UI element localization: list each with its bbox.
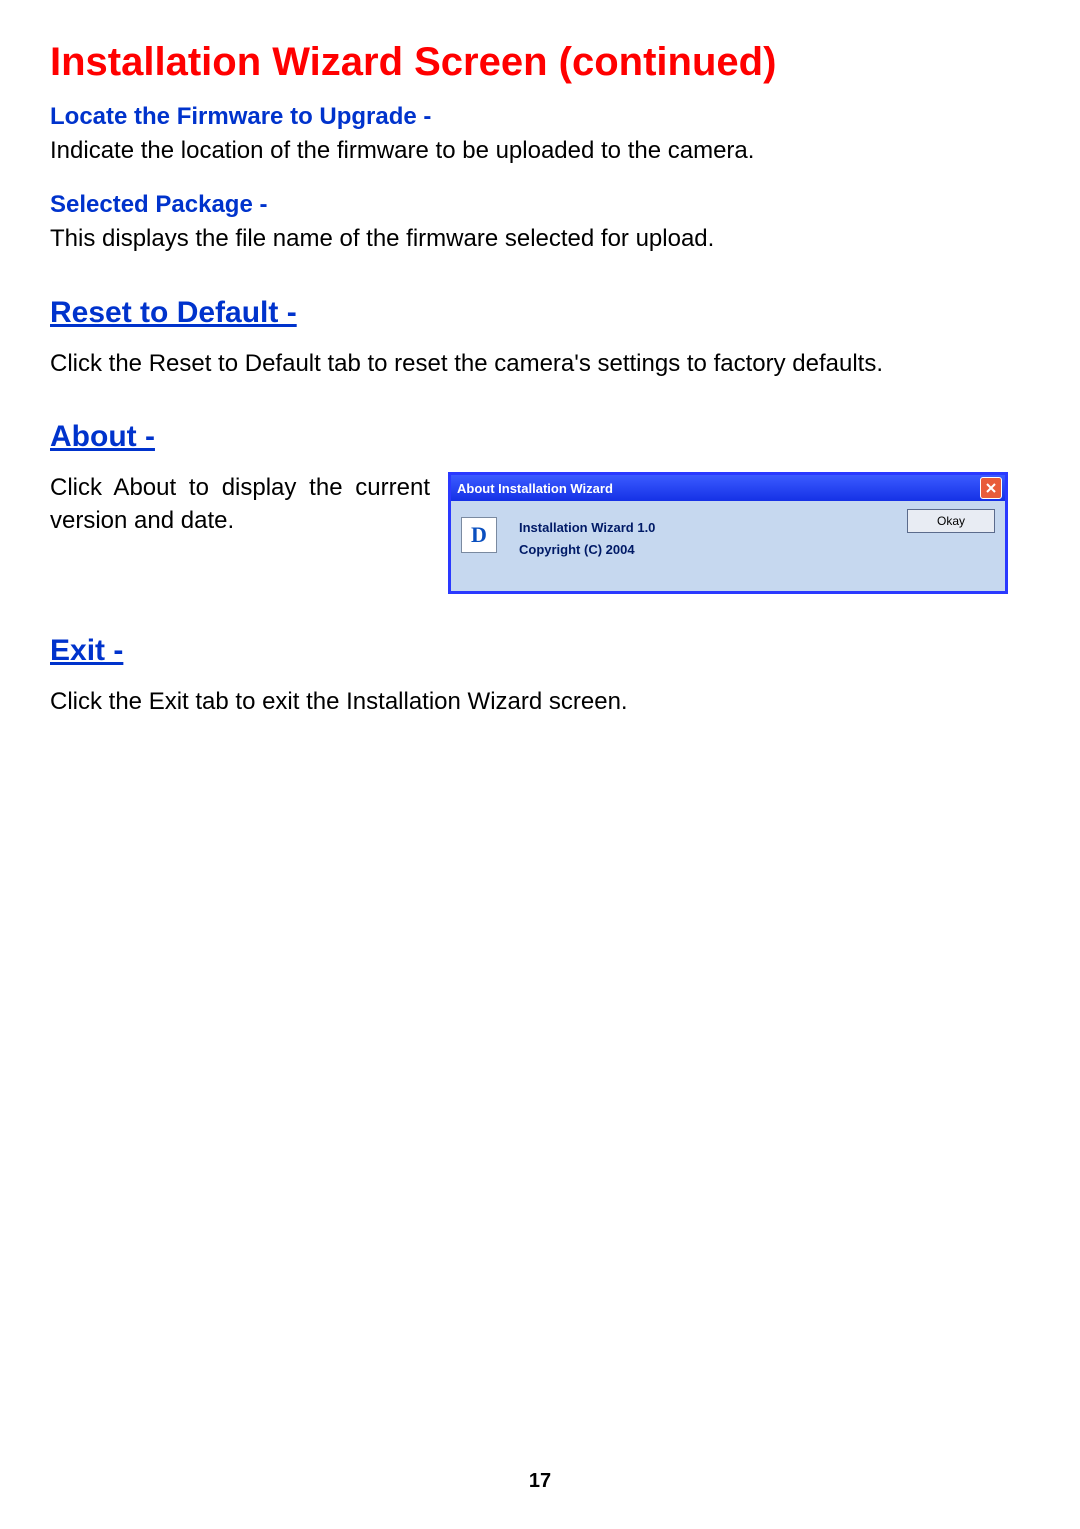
body-exit: Click the Exit tab to exit the Installat… [50,686,1030,718]
dialog-version-text: Installation Wizard 1.0 [519,517,655,539]
body-selected-package: This displays the file name of the firmw… [50,223,1030,255]
heading-about: About - [50,420,1030,454]
body-reset-default: Click the Reset to Default tab to reset … [50,348,1030,380]
dialog-title: About Installation Wizard [457,481,613,496]
close-button[interactable] [980,477,1002,499]
brand-logo-icon: D [461,517,497,553]
dialog-body: D Installation Wizard 1.0 Copyright (C) … [451,501,1005,591]
body-locate-firmware: Indicate the location of the firmware to… [50,135,1030,167]
heading-exit: Exit - [50,634,1030,668]
dialog-info: Installation Wizard 1.0 Copyright (C) 20… [519,517,655,573]
heading-locate-firmware: Locate the Firmware to Upgrade - [50,103,1030,131]
body-about: Click About to display the current versi… [50,472,430,537]
dialog-copyright-text: Copyright (C) 2004 [519,539,655,561]
heading-reset-default: Reset to Default - [50,296,1030,330]
heading-selected-package: Selected Package - [50,191,1030,219]
about-dialog: About Installation Wizard D Installation… [448,472,1008,594]
okay-button[interactable]: Okay [907,509,995,533]
close-icon [985,482,997,494]
dialog-titlebar: About Installation Wizard [451,475,1005,501]
page-title: Installation Wizard Screen (continued) [50,40,1030,85]
page-number: 17 [0,1470,1080,1493]
